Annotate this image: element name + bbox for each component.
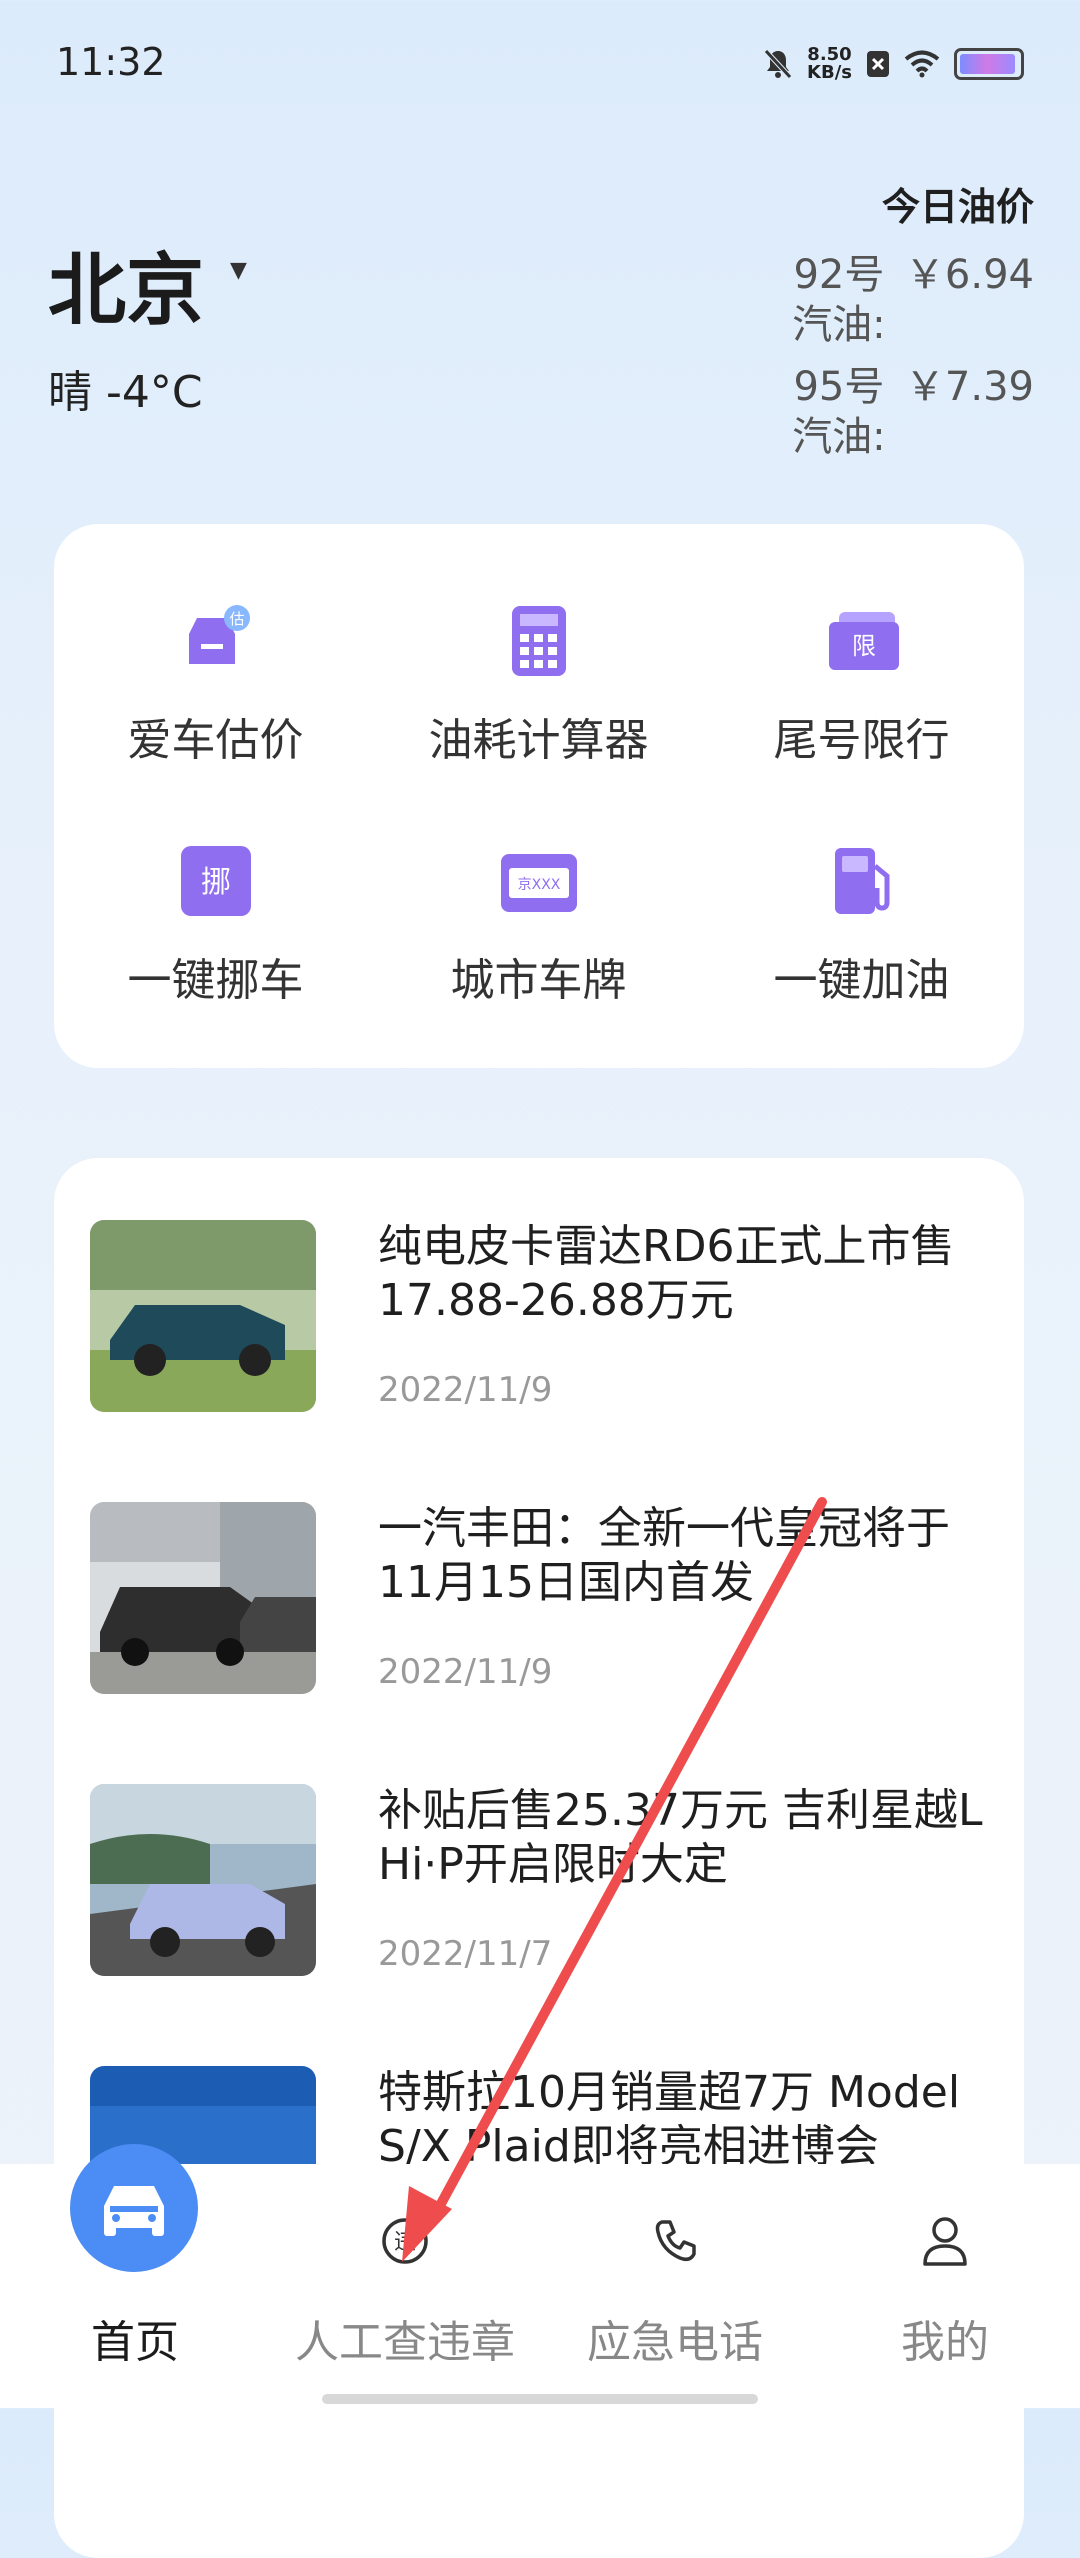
svg-text:限: 限	[852, 632, 876, 660]
tool-fuel-calculator[interactable]: 油耗计算器	[377, 604, 700, 768]
oil-name: 95号汽油:	[792, 364, 886, 460]
oil-name: 92号汽油:	[792, 252, 886, 348]
svg-text:违: 违	[394, 2230, 416, 2255]
news-item[interactable]: 一汽丰田：全新一代皇冠将于11月15日国内首发 2022/11/9	[90, 1502, 990, 1702]
home-indicator	[322, 2394, 758, 2404]
tool-tail-restriction[interactable]: 限 尾号限行	[700, 604, 1023, 768]
status-bar: 11:32 8.50 KB/s	[0, 0, 1080, 126]
oil-price: ￥6.94	[904, 252, 1034, 298]
oil-price-title: 今日油价	[881, 185, 1034, 229]
nav-home[interactable]: 首页	[0, 2144, 270, 2408]
oil-price: ￥7.39	[904, 364, 1034, 410]
car-valuation-icon: 估	[179, 604, 253, 678]
restriction-icon: 限	[825, 604, 899, 678]
mute-icon	[764, 49, 792, 79]
license-plate-icon: 京XXX	[497, 844, 581, 918]
tool-label: 城市车牌	[450, 955, 627, 1006]
move-car-icon: 挪	[179, 844, 253, 918]
user-icon	[923, 2217, 967, 2266]
news-title: 补贴后售25.37万元 吉利星越L Hi·P开启限时大定	[378, 1785, 983, 1890]
svg-text:京XXX: 京XXX	[517, 877, 560, 893]
phone-icon	[655, 2220, 696, 2262]
tool-quick-fuel[interactable]: 一键加油	[700, 844, 1023, 1008]
nav-label: 应急电话	[587, 2317, 763, 2368]
nav-label: 首页	[91, 2317, 179, 2368]
tool-label: 爱车估价	[127, 715, 304, 766]
news-title: 一汽丰田：全新一代皇冠将于11月15日国内首发	[378, 1503, 950, 1608]
news-title: 纯电皮卡雷达RD6正式上市售17.88-26.88万元	[378, 1221, 955, 1326]
tool-car-valuation[interactable]: 估 爱车估价	[54, 604, 377, 768]
violation-icon: 违	[382, 2218, 428, 2264]
tool-city-plate[interactable]: 京XXX 城市车牌	[377, 844, 700, 1008]
tool-label: 一键加油	[773, 955, 950, 1006]
city-selector[interactable]: 北京	[48, 228, 204, 340]
nav-violation[interactable]: 违 人工查违章	[270, 2164, 540, 2408]
speed-unit: KB/s	[807, 62, 852, 83]
nav-label: 人工查违章	[295, 2317, 515, 2368]
news-item[interactable]: 纯电皮卡雷达RD6正式上市售17.88-26.88万元 2022/11/9	[90, 1220, 990, 1420]
nav-label: 我的	[901, 2317, 989, 2368]
status-time: 11:32	[56, 40, 166, 84]
tool-label: 尾号限行	[773, 715, 950, 766]
sim-off-icon	[867, 51, 889, 77]
network-speed: 8.50 KB/s	[807, 46, 852, 82]
news-thumbnail	[90, 1784, 316, 1976]
tools-card: 估 爱车估价 油耗计算器 限 尾号限行 挪 一键挪车 京XXX 城市车牌 一键加…	[54, 524, 1024, 1068]
news-item[interactable]: 补贴后售25.37万元 吉利星越L Hi·P开启限时大定 2022/11/7	[90, 1784, 990, 1984]
weather-text: 晴 -4°C	[48, 367, 203, 418]
svg-text:挪: 挪	[201, 865, 231, 900]
nav-emergency-call[interactable]: 应急电话	[540, 2164, 810, 2408]
bottom-nav: 首页 违 人工查违章 应急电话 我的	[0, 2144, 1080, 2408]
news-thumbnail	[90, 1220, 316, 1412]
tool-label: 一键挪车	[127, 955, 304, 1006]
news-date: 2022/11/9	[378, 1652, 553, 1692]
tool-label: 油耗计算器	[428, 715, 649, 766]
status-icons: 8.50 KB/s	[763, 42, 1024, 86]
news-date: 2022/11/7	[378, 1934, 553, 1974]
tool-move-car[interactable]: 挪 一键挪车	[54, 844, 377, 1008]
caret-down-icon[interactable]: ▼	[230, 258, 247, 283]
news-title: 特斯拉10月销量超7万 Model S/X Plaid即将亮相进博会	[378, 2067, 961, 2172]
wifi-icon	[904, 50, 940, 78]
battery-icon	[954, 48, 1024, 80]
news-date: 2022/11/9	[378, 1370, 553, 1410]
news-thumbnail	[90, 1502, 316, 1694]
svg-text:估: 估	[229, 610, 244, 628]
oil-price-row: 95号汽油: ￥7.39	[734, 362, 1034, 462]
oil-price-row: 92号汽油: ￥6.94	[734, 250, 1034, 350]
nav-mine[interactable]: 我的	[810, 2164, 1080, 2408]
fuel-pump-icon	[825, 844, 899, 918]
car-icon	[70, 2144, 198, 2272]
calculator-icon	[502, 604, 576, 678]
